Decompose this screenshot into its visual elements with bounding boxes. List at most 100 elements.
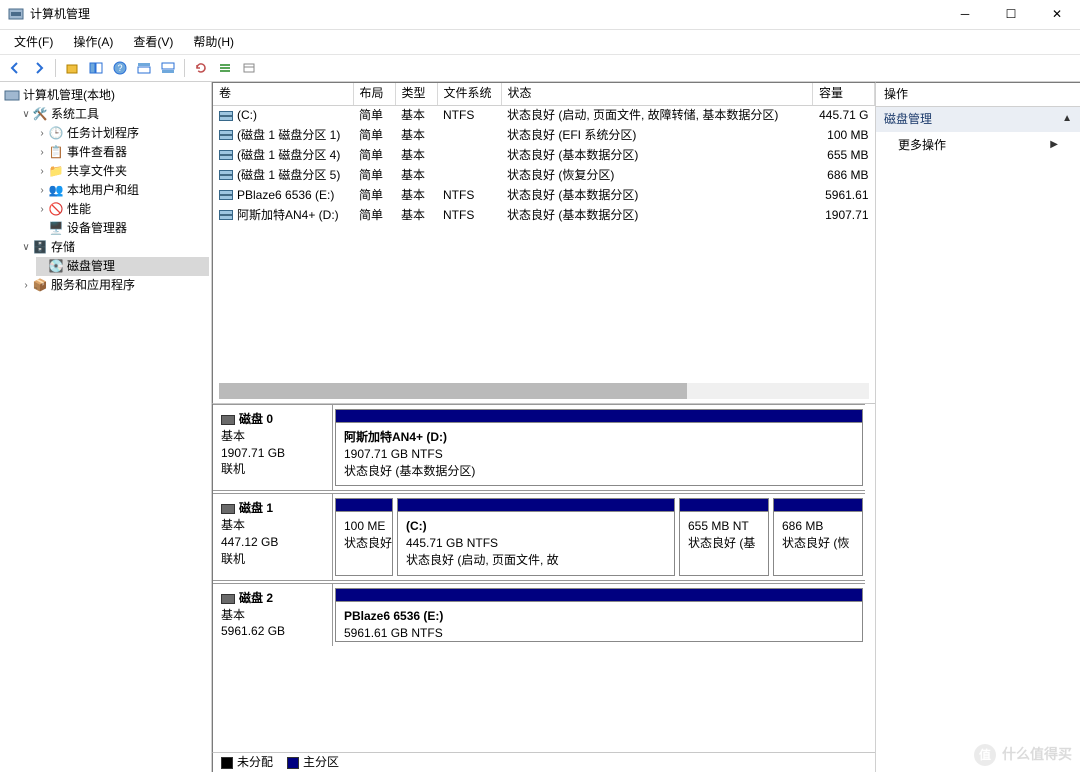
refresh-button[interactable] [190,57,212,79]
toolbar: ? [0,54,1080,82]
tree-disk-mgmt[interactable]: 💽磁盘管理 [36,257,209,276]
cell-fs: NTFS [437,185,501,205]
tree-system-tools[interactable]: ∨ 🛠️ 系统工具 [20,105,209,124]
partition-state: 状态良好 (启动, 页面文件, 故 [406,552,666,569]
twisty-closed-icon[interactable]: › [36,203,48,217]
menu-action[interactable]: 操作(A) [63,31,123,54]
show-hide-tree-button[interactable] [85,57,107,79]
col-layout[interactable]: 布局 [353,83,395,105]
cell-layout: 简单 [353,145,395,165]
up-button[interactable] [61,57,83,79]
disk-status: 联机 [221,551,324,568]
minimize-button[interactable]: ─ [942,0,988,30]
twisty-open-icon[interactable]: ∨ [20,108,32,122]
tree-performance[interactable]: ›🚫性能 [36,200,209,219]
volume-icon [219,210,233,220]
menu-view[interactable]: 查看(V) [123,31,183,54]
cell-cap: 686 MB [813,165,875,185]
actions-header: 操作 [876,83,1080,107]
rescan-button[interactable] [238,57,260,79]
cell-volume: (磁盘 1 磁盘分区 5) [213,165,353,185]
twisty-open-icon[interactable]: ∨ [20,241,32,255]
tree-device-mgr[interactable]: 🖥️设备管理器 [36,219,209,238]
cell-layout: 简单 [353,105,395,125]
svg-text:?: ? [117,63,122,73]
actions-pane: 操作 磁盘管理 ▲ 更多操作 ▶ [876,82,1080,772]
tree-shared-folders[interactable]: ›📁共享文件夹 [36,162,209,181]
partition[interactable]: 686 MB 状态良好 (恢 [773,498,863,575]
table-row[interactable]: PBlaze6 6536 (E:)简单基本NTFS状态良好 (基本数据分区)59… [213,185,875,205]
twisty-closed-icon[interactable]: › [36,184,48,198]
list-button[interactable] [214,57,236,79]
tree-event-viewer[interactable]: ›📋事件查看器 [36,143,209,162]
col-cap[interactable]: 容量 [813,83,875,105]
col-status[interactable]: 状态 [501,83,813,105]
close-button[interactable]: ✕ [1034,0,1080,30]
horizontal-scrollbar[interactable] [219,383,869,399]
partition[interactable]: 655 MB NT 状态良好 (基 [679,498,769,575]
tree-label: 任务计划程序 [67,125,139,142]
tree-storage[interactable]: ∨ 🗄️ 存储 [20,238,209,257]
disk-info[interactable]: 磁盘 2 基本 5961.62 GB [213,584,333,647]
table-row[interactable]: (磁盘 1 磁盘分区 1)简单基本状态良好 (EFI 系统分区)100 MB [213,125,875,145]
tree-services[interactable]: › 📦 服务和应用程序 [20,276,209,295]
partition-state: 状态良好 (基本数据分区) [344,463,854,480]
legend-primary-swatch [287,757,299,769]
disk-name: 磁盘 0 [239,412,273,426]
computer-icon [4,88,20,104]
help-button[interactable]: ? [109,57,131,79]
partition[interactable]: PBlaze6 6536 (E:) 5961.61 GB NTFS [335,588,863,643]
view-bottom-button[interactable] [157,57,179,79]
cell-layout: 简单 [353,165,395,185]
volumes-table: 卷 布局 类型 文件系统 状态 容量 (C:)简单基本NTFS状态良好 (启动,… [212,83,875,403]
partition-state: 状态良好 (基 [688,535,760,552]
tree-label: 系统工具 [51,106,99,123]
forward-button[interactable] [28,57,50,79]
cell-type: 基本 [395,125,437,145]
cell-status: 状态良好 (EFI 系统分区) [501,125,813,145]
tree-label: 共享文件夹 [67,163,127,180]
col-volume[interactable]: 卷 [213,83,353,105]
partition-bar [680,499,768,511]
actions-more[interactable]: 更多操作 ▶ [876,132,1080,159]
disk-row: 磁盘 0 基本 1907.71 GB 联机 阿斯加特AN4+ (D:) 1907… [213,404,865,491]
view-top-button[interactable] [133,57,155,79]
cell-type: 基本 [395,145,437,165]
tree-root[interactable]: 计算机管理(本地) [4,86,209,105]
table-row[interactable]: (磁盘 1 磁盘分区 5)简单基本状态良好 (恢复分区)686 MB [213,165,875,185]
partition[interactable]: 100 ME 状态良好 [335,498,393,575]
cell-cap: 445.71 G [813,105,875,125]
col-fs[interactable]: 文件系统 [437,83,501,105]
disk-info[interactable]: 磁盘 1 基本 447.12 GB 联机 [213,494,333,579]
partition-size: 655 MB NT [688,518,760,535]
legend-unalloc-label: 未分配 [237,755,273,769]
disk-row: 磁盘 1 基本 447.12 GB 联机 100 ME 状态良好 [213,493,865,580]
menubar: 文件(F) 操作(A) 查看(V) 帮助(H) [0,30,1080,54]
table-row[interactable]: (C:)简单基本NTFS状态良好 (启动, 页面文件, 故障转储, 基本数据分区… [213,105,875,125]
back-button[interactable] [4,57,26,79]
disk-info[interactable]: 磁盘 0 基本 1907.71 GB 联机 [213,405,333,490]
services-icon: 📦 [32,278,48,294]
partition-bar [336,499,392,511]
tree-local-users[interactable]: ›👥本地用户和组 [36,181,209,200]
maximize-button[interactable]: ☐ [988,0,1034,30]
watermark: 值 什么值得买 [974,744,1072,766]
tree-task-scheduler[interactable]: ›🕒任务计划程序 [36,124,209,143]
actions-section-label: 磁盘管理 [884,111,932,128]
twisty-closed-icon[interactable]: › [36,146,48,160]
partition[interactable]: (C:) 445.71 GB NTFS 状态良好 (启动, 页面文件, 故 [397,498,675,575]
menu-help[interactable]: 帮助(H) [183,31,244,54]
table-row[interactable]: (磁盘 1 磁盘分区 4)简单基本状态良好 (基本数据分区)655 MB [213,145,875,165]
disk-row: 磁盘 2 基本 5961.62 GB PBlaze6 6536 (E:) 596… [213,583,865,647]
twisty-closed-icon[interactable]: › [36,165,48,179]
tools-icon: 🛠️ [32,107,48,123]
partition[interactable]: 阿斯加特AN4+ (D:) 1907.71 GB NTFS 状态良好 (基本数据… [335,409,863,486]
legend: 未分配 主分区 [212,752,875,772]
col-type[interactable]: 类型 [395,83,437,105]
twisty-closed-icon[interactable]: › [20,279,32,293]
actions-section[interactable]: 磁盘管理 ▲ [876,107,1080,132]
table-row[interactable]: 阿斯加特AN4+ (D:)简单基本NTFS状态良好 (基本数据分区)1907.7… [213,205,875,225]
menu-file[interactable]: 文件(F) [4,31,63,54]
partition-name: PBlaze6 6536 (E:) [344,608,854,625]
twisty-closed-icon[interactable]: › [36,127,48,141]
